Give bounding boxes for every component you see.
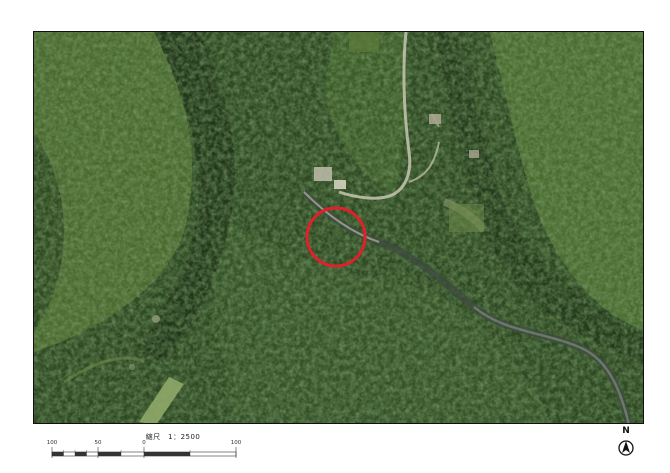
aerial-map[interactable] bbox=[33, 31, 644, 424]
building bbox=[314, 167, 332, 181]
scale-bar-graphic bbox=[51, 447, 237, 458]
aerial-photo bbox=[34, 32, 643, 423]
building bbox=[334, 180, 346, 189]
building bbox=[469, 150, 479, 158]
north-letter: N bbox=[622, 426, 630, 436]
building bbox=[429, 114, 441, 124]
north-arrow-icon bbox=[618, 440, 634, 456]
north-arrow: N bbox=[614, 426, 638, 458]
scale-bar: 100 50 0 100 bbox=[46, 440, 242, 462]
